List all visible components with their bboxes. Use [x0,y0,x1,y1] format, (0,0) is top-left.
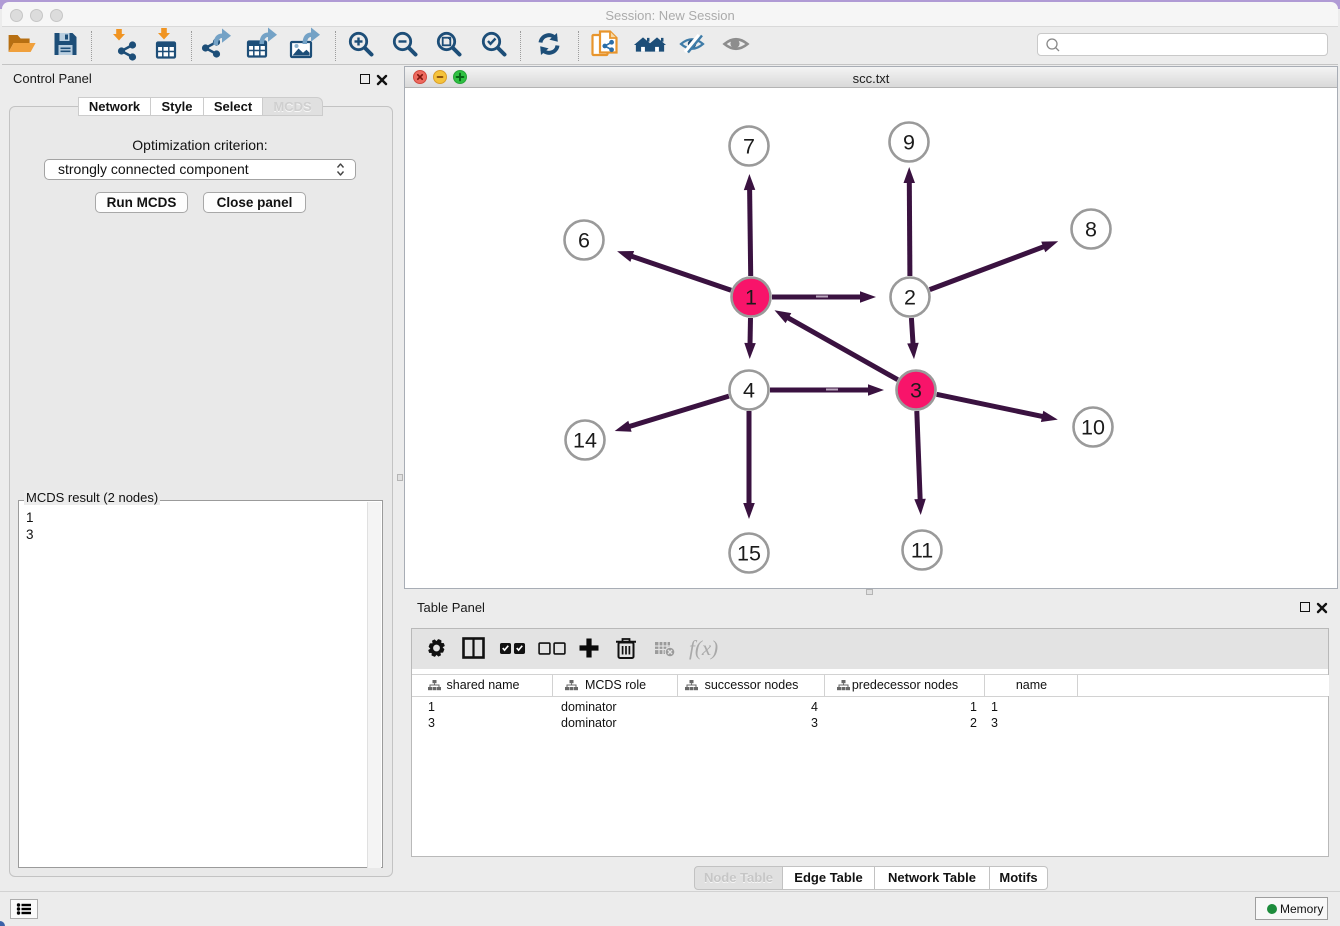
svg-text:3: 3 [910,379,922,403]
svg-text:7: 7 [743,135,755,159]
svg-text:9: 9 [903,131,915,155]
svg-text:15: 15 [737,542,761,566]
svg-text:6: 6 [578,229,590,253]
svg-text:10: 10 [1081,416,1105,440]
svg-text:4: 4 [743,379,755,403]
svg-text:2: 2 [904,286,916,310]
svg-text:11: 11 [911,539,933,563]
svg-text:14: 14 [573,429,597,453]
svg-text:8: 8 [1085,218,1097,242]
svg-text:f(x): f(x) [689,636,718,660]
svg-text:1: 1 [745,286,757,310]
